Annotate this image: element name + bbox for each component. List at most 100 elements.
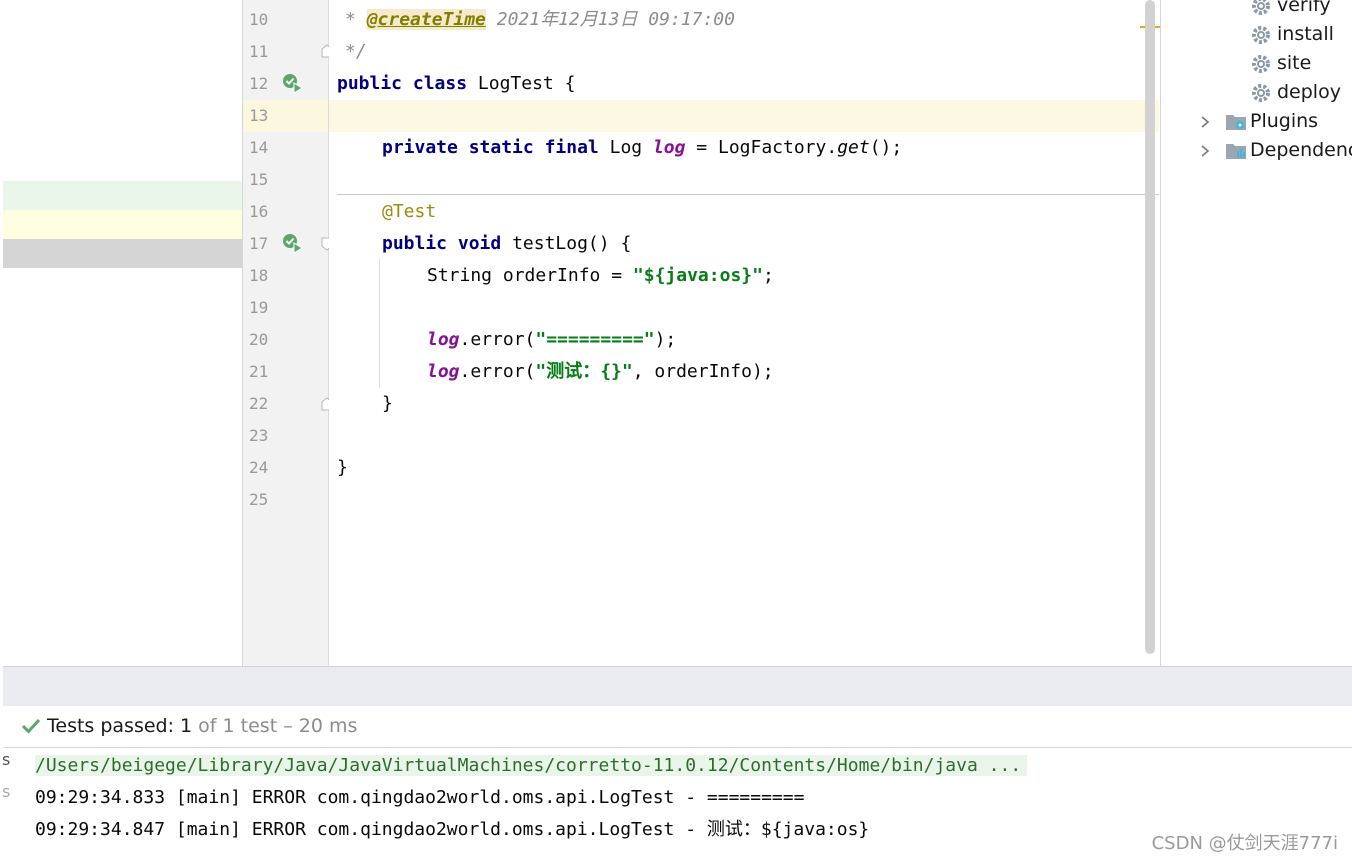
code-editor[interactable]: * @createTime 2021年12月13日 09:17:00 */ pu… bbox=[329, 0, 1159, 666]
type-name: Log bbox=[598, 137, 653, 158]
run-console[interactable]: s s /Users/beigege/Library/Java/JavaVirt… bbox=[0, 748, 1352, 861]
console-line: 09:29:34.833 [main] ERROR com.qingdao2wo… bbox=[35, 787, 805, 808]
doc-star: * bbox=[345, 9, 367, 30]
plugins-folder-icon bbox=[1226, 114, 1246, 130]
dependencies-folder-icon bbox=[1226, 143, 1246, 159]
indent-guide bbox=[379, 258, 380, 388]
gear-icon bbox=[1252, 0, 1270, 15]
console-line: 09:29:34.847 [main] ERROR com.qingdao2wo… bbox=[35, 819, 870, 840]
code-line-10: * @createTime 2021年12月13日 09:17:00 bbox=[345, 4, 735, 36]
maven-lifecycle-install[interactable]: install bbox=[1251, 20, 1334, 49]
field-name: log bbox=[427, 361, 460, 382]
code-text: ); bbox=[654, 329, 677, 350]
side-tab-glyph[interactable]: s bbox=[2, 750, 10, 769]
run-test-method-icon[interactable] bbox=[281, 232, 303, 254]
line-number: 13 bbox=[249, 106, 269, 125]
code-text: ; bbox=[762, 265, 774, 286]
code-line-22: } bbox=[382, 393, 393, 414]
code-line-18: String orderInfo = "${java:os}"; bbox=[427, 260, 774, 292]
line-number: 25 bbox=[249, 490, 269, 509]
project-row-highlight-green[interactable] bbox=[3, 181, 242, 210]
method-name: get bbox=[837, 137, 870, 158]
keyword: public bbox=[337, 73, 403, 94]
chevron-right-icon[interactable] bbox=[1199, 114, 1211, 130]
line-number: 23 bbox=[249, 426, 269, 445]
maven-lifecycle-deploy[interactable]: deploy bbox=[1251, 78, 1341, 107]
code-text: .error( bbox=[459, 361, 536, 382]
code-text: String orderInfo = bbox=[427, 265, 633, 286]
maven-item-label: install bbox=[1277, 23, 1334, 45]
doc-text: 2021年12月13日 09:17:00 bbox=[485, 9, 735, 30]
keyword: class bbox=[412, 73, 468, 94]
field-name: log bbox=[652, 137, 686, 158]
code-text: , orderInfo); bbox=[632, 361, 774, 382]
maven-folder-plugins[interactable]: Plugins bbox=[1199, 107, 1318, 136]
line-number: 18 bbox=[249, 266, 269, 285]
maven-folder-dependencies[interactable]: Dependenc bbox=[1199, 136, 1352, 165]
method-separator bbox=[337, 194, 1159, 195]
gear-icon bbox=[1252, 25, 1270, 44]
line-number: 24 bbox=[249, 458, 269, 477]
project-row-highlight-yellow[interactable] bbox=[3, 210, 242, 239]
code-line-16: @Test bbox=[382, 201, 437, 222]
editor-scrollbar[interactable] bbox=[1145, 0, 1155, 654]
code-line-11: */ bbox=[345, 41, 367, 62]
project-pane bbox=[0, 0, 243, 666]
console-command[interactable]: /Users/beigege/Library/Java/JavaVirtualM… bbox=[35, 755, 1028, 776]
doc-tag: @createTime bbox=[366, 9, 486, 30]
keyword: static bbox=[468, 137, 534, 158]
code-line-20: log.error("========="); bbox=[427, 324, 676, 356]
editor-gutter: 10 11 12 13 14 15 16 17 18 19 20 21 22 2… bbox=[243, 0, 333, 666]
check-icon bbox=[21, 718, 41, 734]
string-literal: "测试：{}" bbox=[535, 361, 633, 382]
code-text: (); bbox=[869, 137, 903, 158]
line-number: 10 bbox=[249, 10, 269, 29]
field-name: log bbox=[427, 329, 460, 350]
test-status-text: Tests passed: 1 of 1 test – 20 ms bbox=[47, 706, 357, 747]
status-label: Tests passed: bbox=[47, 715, 181, 737]
keyword: public bbox=[382, 233, 448, 254]
line-number: 21 bbox=[249, 362, 269, 381]
string-literal: "${java:os}" bbox=[632, 265, 763, 286]
method-signature: testLog() { bbox=[501, 233, 632, 254]
maven-folder-label: Plugins bbox=[1250, 110, 1319, 132]
code-line-14: private static final Log log = LogFactor… bbox=[382, 132, 902, 164]
keyword: private bbox=[382, 137, 458, 158]
caret-line-highlight bbox=[329, 100, 1159, 132]
run-test-class-icon[interactable] bbox=[281, 72, 303, 94]
class-name: LogTest { bbox=[467, 73, 576, 94]
test-status-bar: Tests passed: 1 of 1 test – 20 ms bbox=[3, 706, 1352, 748]
code-line-24: } bbox=[337, 457, 348, 478]
maven-item-label: deploy bbox=[1277, 81, 1341, 103]
code-line-21: log.error("测试：{}", orderInfo); bbox=[427, 356, 774, 388]
gear-icon bbox=[1252, 83, 1270, 102]
maven-lifecycle-verify[interactable]: verify bbox=[1251, 0, 1331, 20]
string-literal: "=========" bbox=[535, 329, 655, 350]
maven-lifecycle-site[interactable]: site bbox=[1251, 49, 1311, 78]
project-row-selected[interactable] bbox=[3, 239, 242, 268]
code-line-17: public void testLog() { bbox=[382, 228, 631, 260]
console-line: /Users/beigege/Library/Java/JavaVirtualM… bbox=[35, 750, 1028, 782]
keyword: final bbox=[544, 137, 599, 158]
line-number: 17 bbox=[249, 234, 269, 253]
tool-window-header[interactable] bbox=[3, 666, 1352, 707]
chevron-right-icon[interactable] bbox=[1199, 143, 1211, 159]
line-number: 20 bbox=[249, 330, 269, 349]
line-number: 15 bbox=[249, 170, 269, 189]
side-tab-glyph[interactable]: s bbox=[2, 782, 10, 801]
code-text: = LogFactory. bbox=[685, 137, 838, 158]
line-number: 22 bbox=[249, 394, 269, 413]
code-line-12: public class LogTest { bbox=[337, 68, 575, 100]
line-number: 12 bbox=[249, 74, 269, 93]
watermark: CSDN @仗剑天涯777i bbox=[1151, 833, 1338, 854]
maven-pane: verify install site deploy Plugins Depen… bbox=[1160, 0, 1352, 666]
maven-folder-label: Dependenc bbox=[1250, 139, 1352, 161]
code-text: .error( bbox=[459, 329, 536, 350]
gear-icon bbox=[1252, 54, 1270, 73]
line-number: 11 bbox=[249, 42, 269, 61]
line-number: 16 bbox=[249, 202, 269, 221]
status-count: 1 bbox=[180, 715, 193, 737]
keyword: void bbox=[457, 233, 502, 254]
line-number: 19 bbox=[249, 298, 269, 317]
maven-item-label: site bbox=[1277, 52, 1312, 74]
